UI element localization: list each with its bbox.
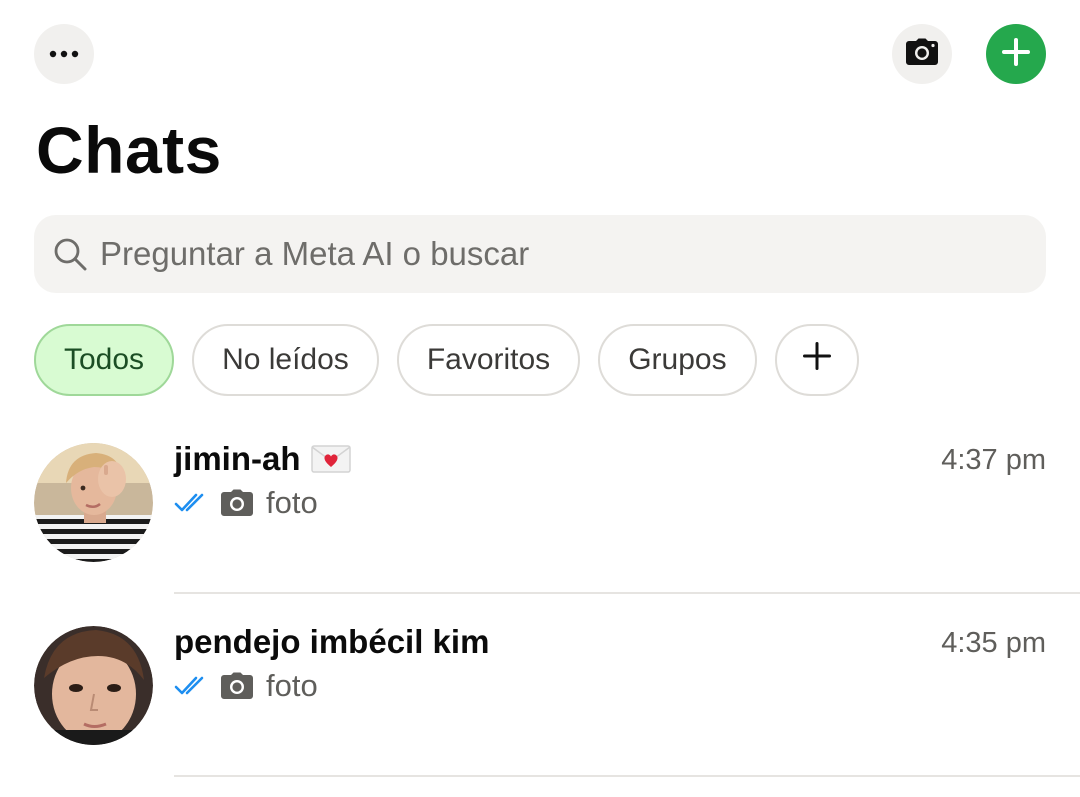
chat-preview-text: foto xyxy=(266,668,318,703)
camera-icon xyxy=(905,38,939,71)
chat-preview: foto xyxy=(174,668,318,704)
chat-name-text: jimin-ah xyxy=(174,440,301,477)
search-input[interactable]: Preguntar a Meta AI o buscar xyxy=(100,235,529,273)
add-filter-button[interactable] xyxy=(774,324,859,396)
chat-row[interactable]: pendejo imbécil kim 4:35 pm foto xyxy=(0,623,1080,773)
plus-icon xyxy=(802,341,832,379)
camera-icon xyxy=(220,672,254,700)
search-icon xyxy=(52,236,88,272)
divider xyxy=(174,775,1080,777)
double-check-icon xyxy=(174,676,210,696)
chat-time: 4:37 pm xyxy=(941,444,1046,476)
filter-chip-grupos[interactable]: Grupos xyxy=(598,324,757,396)
more-options-button[interactable] xyxy=(34,24,94,84)
more-dots-icon xyxy=(49,45,79,63)
camera-icon xyxy=(220,489,254,517)
new-chat-button[interactable] xyxy=(986,24,1046,84)
filter-chips: Todos No leídos Favoritos Grupos xyxy=(34,324,859,396)
chat-row[interactable]: jimin-ah 4:37 pm foto xyxy=(0,440,1080,590)
divider xyxy=(174,592,1080,594)
filter-chip-todos[interactable]: Todos xyxy=(34,324,175,396)
chat-preview: foto xyxy=(174,485,318,521)
filter-chip-favoritos[interactable]: Favoritos xyxy=(396,324,581,396)
plus-icon xyxy=(1001,37,1031,72)
double-check-icon xyxy=(174,493,210,513)
avatar xyxy=(34,626,153,745)
avatar xyxy=(34,443,153,562)
search-bar[interactable]: Preguntar a Meta AI o buscar xyxy=(34,215,1046,293)
chat-name-text: pendejo imbécil kim xyxy=(174,623,490,660)
chat-name: pendejo imbécil kim xyxy=(174,623,489,661)
filter-chip-no-leidos[interactable]: No leídos xyxy=(192,324,379,396)
love-letter-icon xyxy=(310,445,351,473)
page-title: Chats xyxy=(36,113,222,187)
chat-name: jimin-ah xyxy=(174,440,351,478)
camera-button[interactable] xyxy=(892,24,952,84)
chat-preview-text: foto xyxy=(266,485,318,520)
chat-time: 4:35 pm xyxy=(941,627,1046,659)
